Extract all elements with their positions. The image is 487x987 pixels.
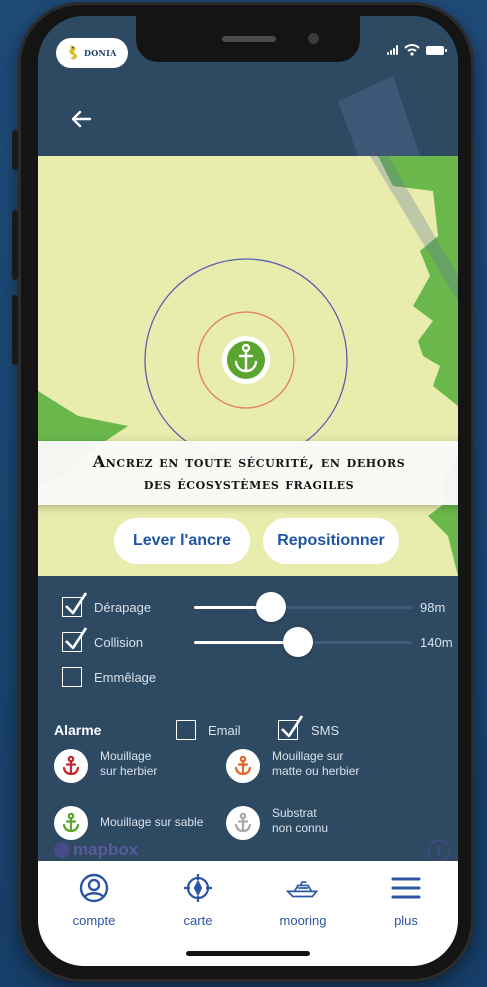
tab-label: compte (72, 913, 116, 928)
headline-banner: Ancrez en toute sécurité, en dehors des … (38, 441, 458, 505)
map-canvas (38, 156, 458, 576)
anchor-icon (54, 806, 88, 840)
map-overlay-stripe (338, 76, 420, 156)
legend-label: Substrat non connu (272, 806, 329, 835)
setting-row-derapage: Dérapage 98m (38, 591, 458, 623)
email-label: Email (208, 723, 241, 738)
sms-label: SMS (311, 723, 340, 738)
info-icon[interactable]: i (428, 840, 450, 862)
derapage-label: Dérapage (94, 600, 152, 615)
alarm-title: Alarme (54, 722, 102, 738)
mapbox-logo-icon (54, 842, 70, 858)
tab-compte[interactable]: compte (44, 871, 144, 928)
derapage-checkbox[interactable] (62, 592, 88, 617)
anchor-icon (226, 749, 260, 783)
user-icon (77, 871, 111, 905)
legend-item-sable: Mouillage sur sable (54, 806, 203, 840)
collision-label: Collision (94, 635, 144, 650)
anchor-icon (54, 749, 88, 783)
reposition-button[interactable]: Repositionner (263, 518, 399, 564)
email-checkbox[interactable] (176, 720, 196, 740)
collision-value: 140m (420, 635, 453, 650)
mapbox-text: mapbox (73, 840, 139, 859)
tab-label: plus (394, 913, 418, 928)
banner-line-2: des écosystèmes fragiles (143, 475, 355, 493)
derapage-value: 98m (420, 600, 446, 615)
compass-icon (181, 871, 215, 905)
tab-label: mooring (279, 913, 327, 928)
legend-item-herbier: Mouillage sur herbier (54, 749, 157, 783)
tab-mooring[interactable]: mooring (253, 871, 353, 928)
collision-slider-thumb[interactable] (283, 627, 313, 657)
check-icon (65, 627, 88, 650)
home-indicator (186, 951, 310, 956)
derapage-slider-thumb[interactable] (256, 592, 286, 622)
tab-carte[interactable]: carte (148, 871, 248, 928)
check-icon (65, 592, 88, 615)
legend-label: Mouillage sur sable (100, 815, 204, 829)
anchor-position-marker[interactable] (222, 336, 270, 384)
legend-label: Mouillage sur herbier (100, 749, 158, 778)
menu-icon (389, 871, 423, 905)
boat-icon (286, 871, 320, 905)
map-view[interactable] (38, 156, 458, 576)
anchor-icon (226, 806, 260, 840)
collision-checkbox[interactable] (62, 627, 88, 652)
legend-label: Mouillage sur matte ou herbier (272, 749, 360, 778)
sms-checkbox[interactable] (278, 715, 304, 740)
tab-plus[interactable]: plus (356, 871, 456, 928)
app-screen: DONIA Lever l'ancre Repositionner Dérapa… (38, 16, 458, 966)
lift-anchor-button[interactable]: Lever l'ancre (114, 518, 250, 564)
mapbox-watermark[interactable]: mapbox (54, 840, 138, 860)
check-icon (281, 715, 304, 738)
bottom-tab-bar: compte carte mooring plus (38, 861, 458, 966)
legend-item-inconnu: Substrat non connu (226, 806, 328, 840)
emmelage-checkbox[interactable] (62, 667, 82, 687)
tab-label: carte (183, 913, 213, 928)
setting-row-emmelage: Emmêlage (38, 661, 458, 693)
legend-item-matte: Mouillage sur matte ou herbier (226, 749, 359, 783)
emmelage-label: Emmêlage (94, 670, 157, 685)
setting-row-collision: Collision 140m (38, 626, 458, 658)
banner-line-1: Ancrez en toute sécurité, en dehors (92, 452, 406, 471)
